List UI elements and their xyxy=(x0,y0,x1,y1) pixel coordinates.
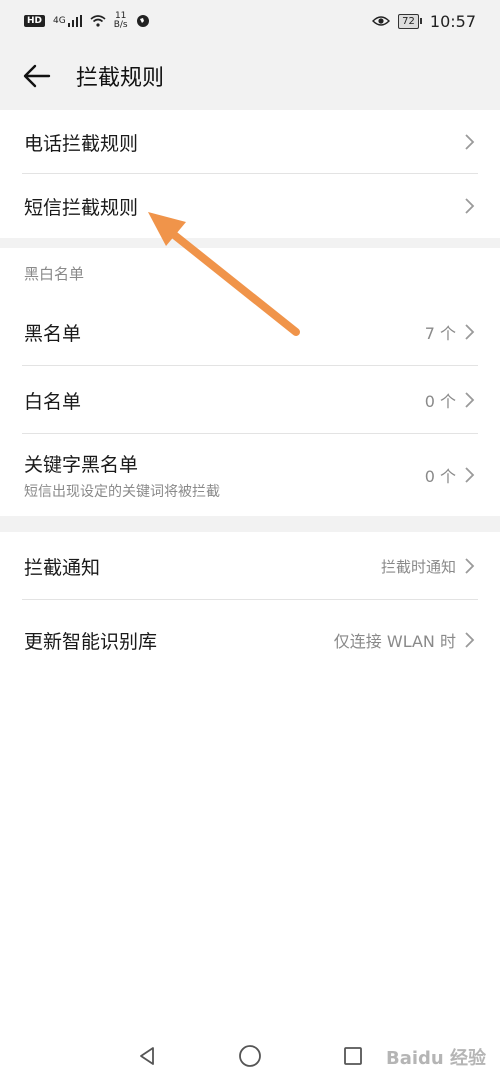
keyword-count: 0 个 xyxy=(424,467,456,486)
update-label: 更新智能识别库 xyxy=(24,630,158,653)
keyword-label: 关键字黑名单 xyxy=(24,453,139,476)
notify-label: 拦截通知 xyxy=(24,556,101,579)
nav-home-icon[interactable] xyxy=(238,1044,262,1068)
annotation-arrow xyxy=(148,212,300,336)
keyword-text: 关键字黑名单 短信出现设定的关键词将被拦截 xyxy=(24,450,425,501)
notify-value: 拦截时通知 xyxy=(380,557,456,576)
keyword-description: 短信出现设定的关键词将被拦截 xyxy=(24,483,220,500)
nav-recents-icon[interactable] xyxy=(342,1045,364,1067)
chevron-right-icon xyxy=(465,467,475,483)
update-library-row[interactable]: 更新智能识别库 仅连接 WLAN 时 xyxy=(0,600,500,680)
settings-card: 拦截通知 拦截时通知 更新智能识别库 仅连接 WLAN 时 xyxy=(0,532,500,1084)
update-value: 仅连接 WLAN 时 xyxy=(333,632,456,651)
chevron-right-icon xyxy=(465,558,475,574)
keyword-blacklist-row[interactable]: 关键字黑名单 短信出现设定的关键词将被拦截 0 个 xyxy=(0,434,500,516)
watermark: Baidu 经验 xyxy=(385,1048,486,1069)
notify-row[interactable]: 拦截通知 拦截时通知 xyxy=(0,532,500,600)
nav-back-icon[interactable] xyxy=(136,1045,158,1067)
chevron-right-icon xyxy=(465,632,475,648)
